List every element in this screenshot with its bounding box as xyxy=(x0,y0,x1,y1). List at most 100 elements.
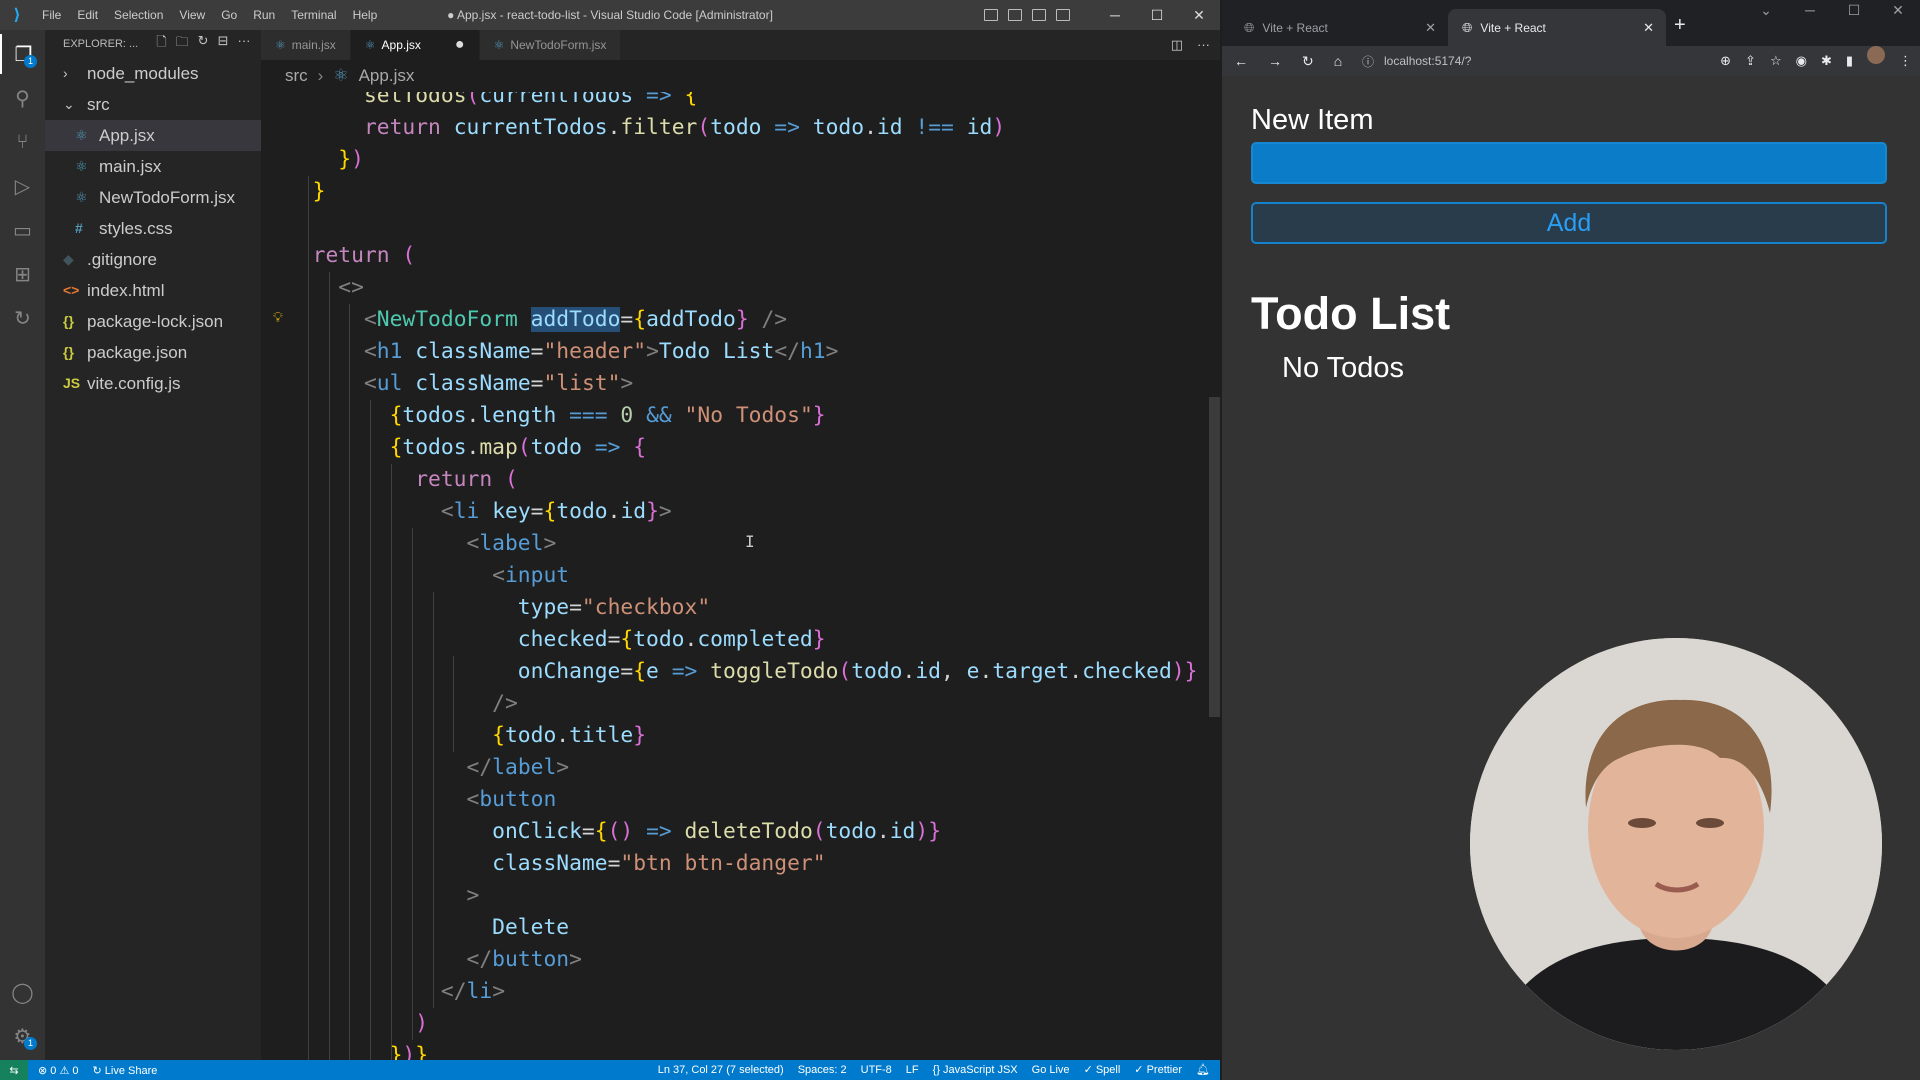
tab-search-icon[interactable]: ⌄ xyxy=(1744,2,1788,19)
menu-help[interactable]: Help xyxy=(345,0,386,30)
manage-gear-icon[interactable]: ⚙ 1 xyxy=(0,1016,45,1056)
reload-icon[interactable]: ↻ xyxy=(1302,53,1314,70)
toggle-panel-icon[interactable] xyxy=(1008,9,1022,21)
customize-layout-icon[interactable] xyxy=(1056,9,1070,21)
code-line[interactable]: type="checkbox" xyxy=(287,592,710,624)
code-line[interactable]: </button> xyxy=(287,944,582,976)
minimize-icon[interactable]: ─ xyxy=(1788,2,1832,19)
add-button[interactable]: Add xyxy=(1251,202,1887,244)
code-line[interactable]: {todo.title} xyxy=(287,720,646,752)
code-line[interactable]: <NewTodoForm addTodo={addTodo} /> xyxy=(287,304,787,336)
menu-file[interactable]: File xyxy=(34,0,69,30)
code-line[interactable]: })} xyxy=(287,1040,428,1060)
code-line[interactable]: checked={todo.completed} xyxy=(287,624,826,656)
language-mode[interactable]: {} JavaScript JSX xyxy=(933,1060,1018,1080)
menu-edit[interactable]: Edit xyxy=(69,0,106,30)
minimize-icon[interactable]: ─ xyxy=(1094,0,1136,30)
share-icon[interactable]: ⇪ xyxy=(1745,46,1756,76)
tree-item-main-jsx[interactable]: ⚛ main.jsx xyxy=(45,151,261,182)
more-actions-icon[interactable]: ··· xyxy=(1197,30,1210,60)
prettier-status[interactable]: ✓ Prettier xyxy=(1134,1060,1182,1080)
problems-indicator[interactable]: ⊗ 0 ⚠ 0 xyxy=(38,1064,78,1077)
refresh-icon[interactable]: ↻ xyxy=(198,33,209,55)
close-icon[interactable]: ✕ xyxy=(1178,0,1220,30)
tree-item-src[interactable]: ⌄ src xyxy=(45,89,261,120)
split-editor-icon[interactable]: ◫ xyxy=(1171,30,1183,60)
tree-item-node-modules[interactable]: › node_modules xyxy=(45,58,261,89)
code-line[interactable]: return ( xyxy=(287,240,416,272)
password-manager-icon[interactable]: ◉ xyxy=(1796,46,1807,76)
new-folder-icon[interactable]: 🗀 xyxy=(176,33,189,55)
indentation[interactable]: Spaces: 2 xyxy=(798,1060,847,1080)
close-tab-icon[interactable]: ✕ xyxy=(1643,20,1654,36)
code-line[interactable]: <ul className="list"> xyxy=(287,368,633,400)
code-line[interactable]: ) xyxy=(287,1008,428,1040)
code-line[interactable]: return currentTodos.filter(todo => todo.… xyxy=(287,112,1005,144)
forward-icon[interactable]: → xyxy=(1268,53,1282,70)
maximize-icon[interactable]: ☐ xyxy=(1832,2,1876,19)
tree-item-gitignore[interactable]: ◆ .gitignore xyxy=(45,244,261,275)
back-icon[interactable]: ← xyxy=(1234,53,1248,70)
side-panel-icon[interactable]: ▮ xyxy=(1846,46,1853,76)
code-line[interactable]: return ( xyxy=(287,464,518,496)
source-control-icon[interactable]: ⑂ xyxy=(0,122,45,162)
remote-indicator-icon[interactable]: ⇆ xyxy=(0,1060,28,1080)
code-line[interactable]: {todos.map(todo => { xyxy=(287,432,647,464)
tab-app-jsx[interactable]: ⚛ App.jsx ● xyxy=(350,30,480,60)
tab-main-jsx[interactable]: ⚛ main.jsx xyxy=(261,30,351,60)
tree-item-package-json[interactable]: {} package.json xyxy=(45,337,261,368)
spell-status[interactable]: ✓ Spell xyxy=(1084,1060,1121,1080)
notifications-bell-icon[interactable]: 🔔︎ xyxy=(1196,1060,1210,1080)
tree-item-vite-config-js[interactable]: JS vite.config.js xyxy=(45,368,261,399)
extensions-puzzle-icon[interactable]: ✱ xyxy=(1821,46,1832,76)
breadcrumb-folder[interactable]: src xyxy=(285,66,308,86)
menu-go[interactable]: Go xyxy=(213,0,245,30)
code-line[interactable]: onClick={() => deleteTodo(todo.id)} xyxy=(287,816,941,848)
collapse-all-icon[interactable]: ⊟ xyxy=(218,33,229,55)
live-share-icon[interactable]: ↻ xyxy=(0,298,45,338)
code-line[interactable]: }) xyxy=(287,144,364,176)
unsaved-dot-icon[interactable]: ● xyxy=(455,36,465,54)
end-of-line[interactable]: LF xyxy=(906,1060,919,1080)
tab-newtodoform-jsx[interactable]: ⚛ NewTodoForm.jsx xyxy=(479,30,622,60)
profile-avatar[interactable] xyxy=(1867,46,1885,64)
menu-selection[interactable]: Selection xyxy=(106,0,171,30)
code-editor[interactable]: setTodos(currentTodos => { return curren… xyxy=(261,92,1209,1060)
tree-item-newtodoform-jsx[interactable]: ⚛ NewTodoForm.jsx xyxy=(45,182,261,213)
tree-item-index-html[interactable]: <> index.html xyxy=(45,275,261,306)
code-line[interactable]: onChange={e => toggleTodo(todo.id, e.tar… xyxy=(287,656,1198,688)
go-live-button[interactable]: Go Live xyxy=(1032,1060,1070,1080)
breadcrumb-file[interactable]: App.jsx xyxy=(359,66,415,86)
home-icon[interactable]: ⌂ xyxy=(1334,53,1342,70)
code-line[interactable]: <h1 className="header">Todo List</h1> xyxy=(287,336,839,368)
menu-run[interactable]: Run xyxy=(245,0,283,30)
lightbulb-icon[interactable]: 💡︎ xyxy=(273,310,283,326)
code-line[interactable]: <li key={todo.id}> xyxy=(287,496,672,528)
code-line[interactable]: <> xyxy=(287,272,364,304)
encoding[interactable]: UTF-8 xyxy=(861,1060,892,1080)
toggle-secondary-sidebar-icon[interactable] xyxy=(1032,9,1046,21)
bookmark-star-icon[interactable]: ☆ xyxy=(1770,46,1782,76)
close-tab-icon[interactable]: ✕ xyxy=(1425,20,1436,36)
code-line[interactable]: setTodos(currentTodos => { xyxy=(287,92,697,112)
new-tab-icon[interactable]: + xyxy=(1674,14,1686,37)
run-debug-icon[interactable]: ▷ xyxy=(0,166,45,206)
explorer-icon[interactable]: ❐ 1 xyxy=(0,34,45,74)
menu-terminal[interactable]: Terminal xyxy=(283,0,344,30)
code-line[interactable]: } xyxy=(287,176,326,208)
close-icon[interactable]: ✕ xyxy=(1876,2,1920,19)
tree-item-styles-css[interactable]: # styles.css xyxy=(45,213,261,244)
code-line[interactable]: <label> xyxy=(287,528,557,560)
tree-item-app-jsx[interactable]: ⚛ App.jsx xyxy=(45,120,261,151)
new-file-icon[interactable]: 🗋 xyxy=(156,33,166,55)
site-info-icon[interactable]: ⓘ xyxy=(1362,53,1374,70)
scrollbar-thumb[interactable] xyxy=(1209,397,1220,717)
new-item-input[interactable] xyxy=(1251,142,1887,184)
code-line[interactable]: </label> xyxy=(287,752,570,784)
tree-item-package-lock-json[interactable]: {} package-lock.json xyxy=(45,306,261,337)
browser-tab-active[interactable]: 🌐︎ Vite + React ✕ xyxy=(1448,9,1666,46)
live-share-status[interactable]: ↻ Live Share xyxy=(92,1064,157,1077)
code-line[interactable]: </li> xyxy=(287,976,505,1008)
editor-scrollbar[interactable] xyxy=(1209,92,1220,1060)
accounts-icon[interactable]: ◯ xyxy=(0,972,45,1012)
